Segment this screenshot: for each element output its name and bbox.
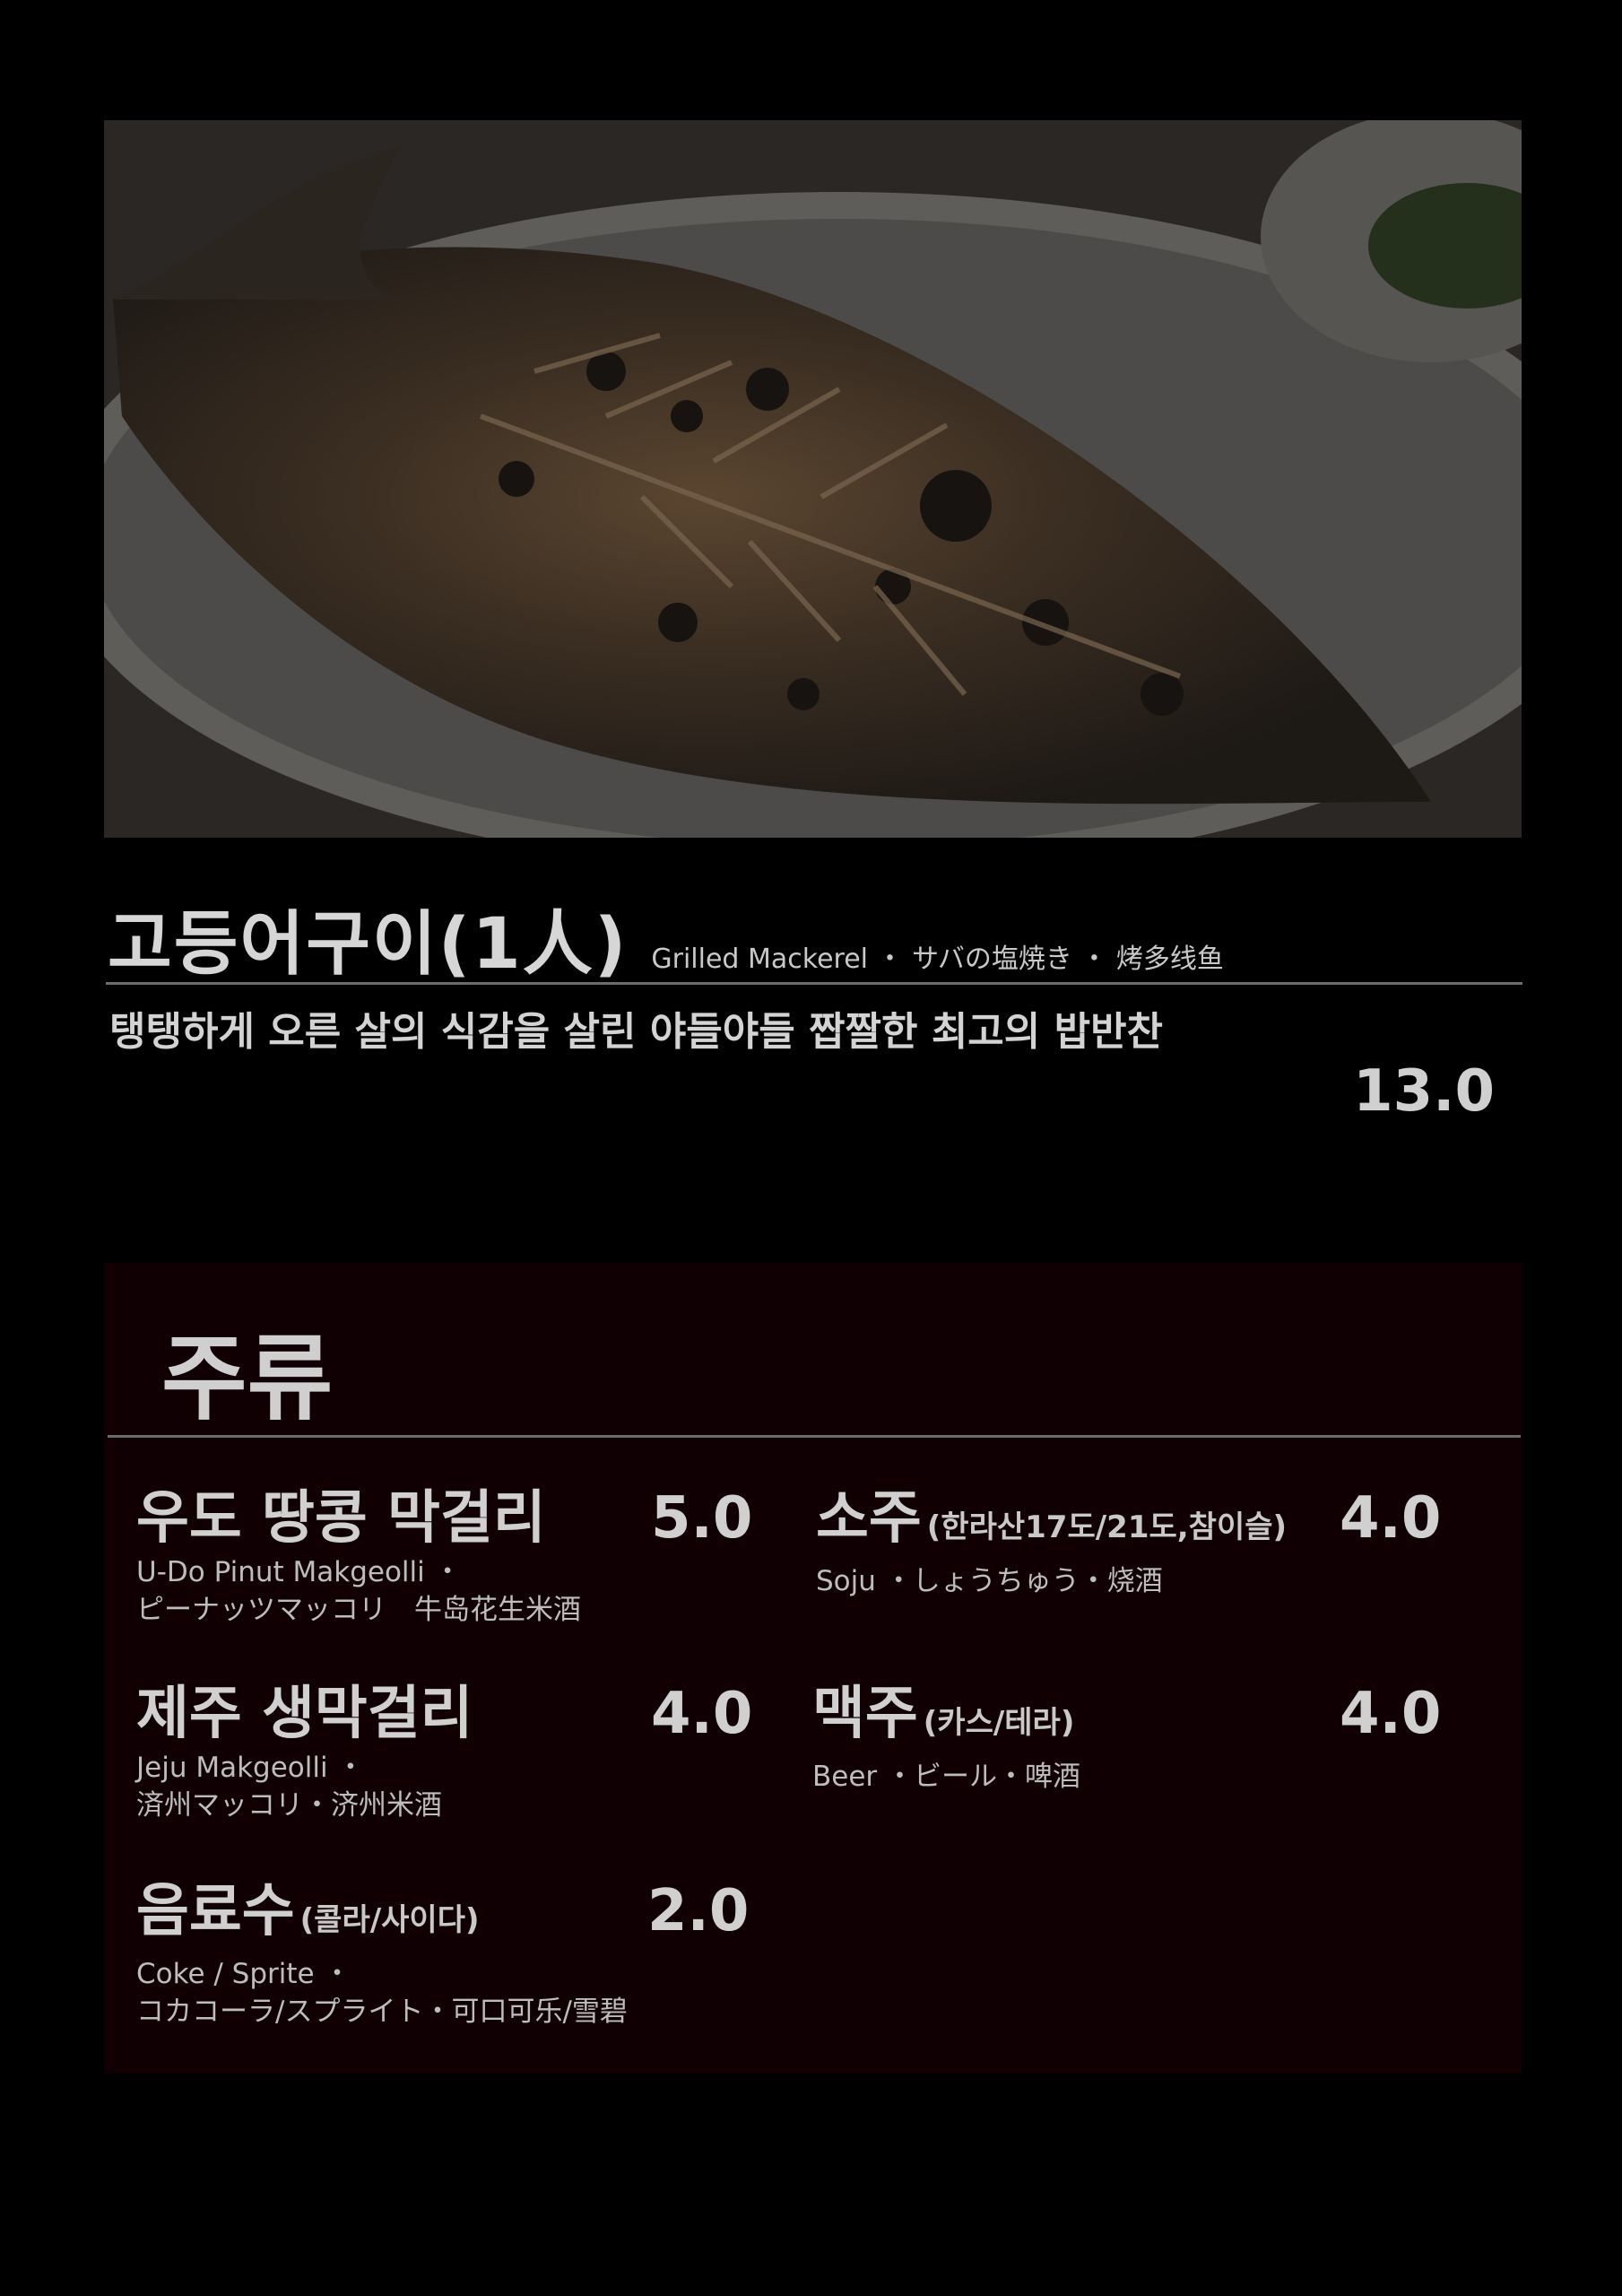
menu-item-detail: (콜라/사이다) (299, 1902, 480, 1938)
menu-item-translations: 済州マッコリ・济州米酒 (136, 1789, 442, 1822)
menu-item-english: Beer ・ビール・啤酒 (812, 1761, 1081, 1793)
menu-item-name: 음료수 (콜라/사이다) (136, 1878, 480, 1944)
menu-item: 제주 생막걸리 Jeju Makgeolli ・ 済州マッコリ・济州米酒 (136, 1679, 473, 1824)
menu-item-english: U-Do Pinut Makgeolli ・ (136, 1556, 462, 1588)
menu-item-detail: (카스/테라) (923, 1705, 1075, 1741)
featured-dish-description: 탱탱하게 오른 살의 식감을 살린 야들야들 짭짤한 최고의 밥반찬 (109, 1009, 1164, 1055)
menu-item: 음료수 (콜라/사이다) Coke / Sprite ・ コカコーラ/スプライト・… (136, 1876, 628, 2031)
featured-dish-name: 고등어구이(1人) (108, 904, 629, 985)
menu-item-translations: ピーナッツマッコリ 牛岛花生米酒 (136, 1594, 581, 1626)
menu-item-detail: (한라산17도/21도,참이슬) (926, 1509, 1288, 1545)
featured-dish-price: 13.0 (1353, 1058, 1495, 1125)
menu-item-english: Coke / Sprite ・ (136, 1958, 351, 1990)
menu-item-price: 2.0 (647, 1878, 750, 1944)
menu-item-name: 맥주 (카스/테라) (812, 1681, 1075, 1747)
menu-item-price: 4.0 (1340, 1485, 1442, 1552)
divider (106, 982, 1522, 985)
drinks-section: 주류 우도 땅콩 막걸리 U-Do Pinut Makgeolli ・ ピーナッ… (104, 1263, 1522, 2074)
menu-item-translations: コカコーラ/スプライト・可口可乐/雪碧 (136, 1996, 628, 2028)
featured-dish-header: 고등어구이(1人) Grilled Mackerel ・ サバの塩焼き ・ 烤多线… (108, 888, 1524, 985)
menu-item-name: 제주 생막걸리 (136, 1681, 473, 1747)
menu-item: 맥주 (카스/테라) Beer ・ビール・啤酒 (812, 1679, 1080, 1796)
menu-item: 우도 땅콩 막걸리 U-Do Pinut Makgeolli ・ ピーナッツマッ… (136, 1483, 581, 1629)
featured-dish-photo (104, 120, 1522, 838)
menu-item: 소주 (한라산17도/21도,참이슬) Soju ・しょうちゅう・烧酒 (816, 1483, 1287, 1600)
menu-item-price: 4.0 (1340, 1681, 1442, 1747)
menu-item-name: 우도 땅콩 막걸리 (136, 1485, 546, 1552)
menu-item-english: Jeju Makgeolli ・ (136, 1752, 365, 1784)
menu-item-price: 4.0 (651, 1681, 753, 1747)
drinks-title: 주류 (161, 1324, 334, 1433)
divider (108, 1435, 1521, 1438)
menu-item-price: 5.0 (651, 1485, 753, 1552)
menu-item-name: 소주 (한라산17도/21도,참이슬) (816, 1485, 1288, 1552)
featured-dish-subtitle: Grilled Mackerel ・ サバの塩焼き ・ 烤多线鱼 (651, 944, 1224, 975)
menu-item-english: Soju ・しょうちゅう・烧酒 (816, 1565, 1163, 1597)
